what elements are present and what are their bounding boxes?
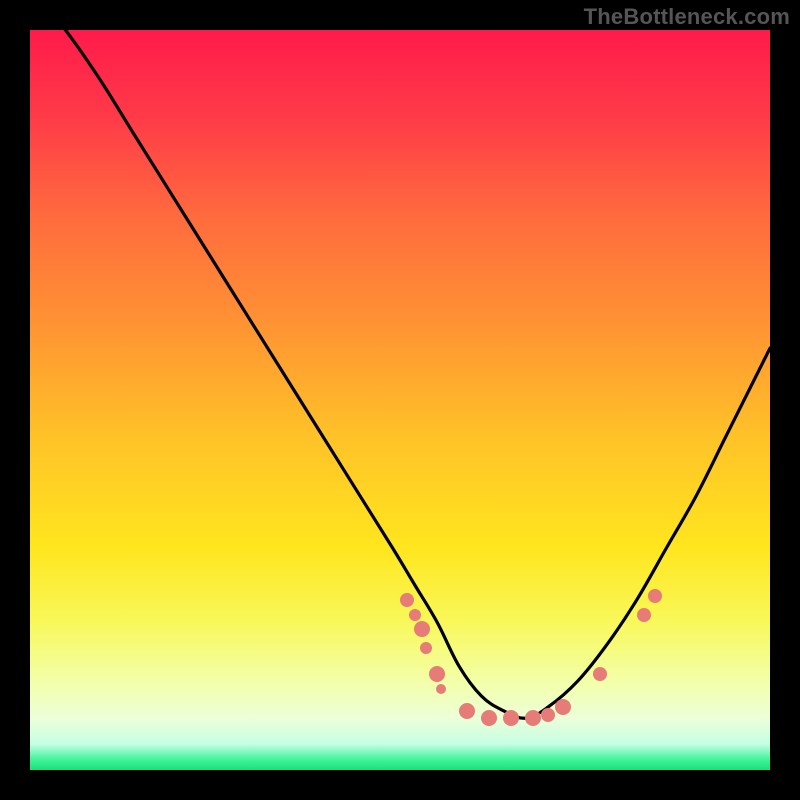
data-point	[436, 684, 446, 694]
data-point	[541, 708, 555, 722]
data-point	[525, 710, 541, 726]
data-point	[555, 699, 571, 715]
data-point	[648, 589, 662, 603]
stage: TheBottleneck.com	[0, 0, 800, 800]
data-point	[481, 710, 497, 726]
plot-area	[30, 30, 770, 770]
data-point	[400, 593, 414, 607]
data-point	[593, 667, 607, 681]
data-point	[637, 608, 651, 622]
chart-svg	[30, 30, 770, 770]
data-point	[420, 642, 432, 654]
data-point	[409, 609, 421, 621]
data-point	[459, 703, 475, 719]
watermark-text: TheBottleneck.com	[584, 4, 790, 30]
gradient-background	[30, 30, 770, 770]
bottleneck-curve	[30, 30, 770, 718]
data-point	[503, 710, 519, 726]
data-point	[414, 621, 430, 637]
data-point	[429, 666, 445, 682]
